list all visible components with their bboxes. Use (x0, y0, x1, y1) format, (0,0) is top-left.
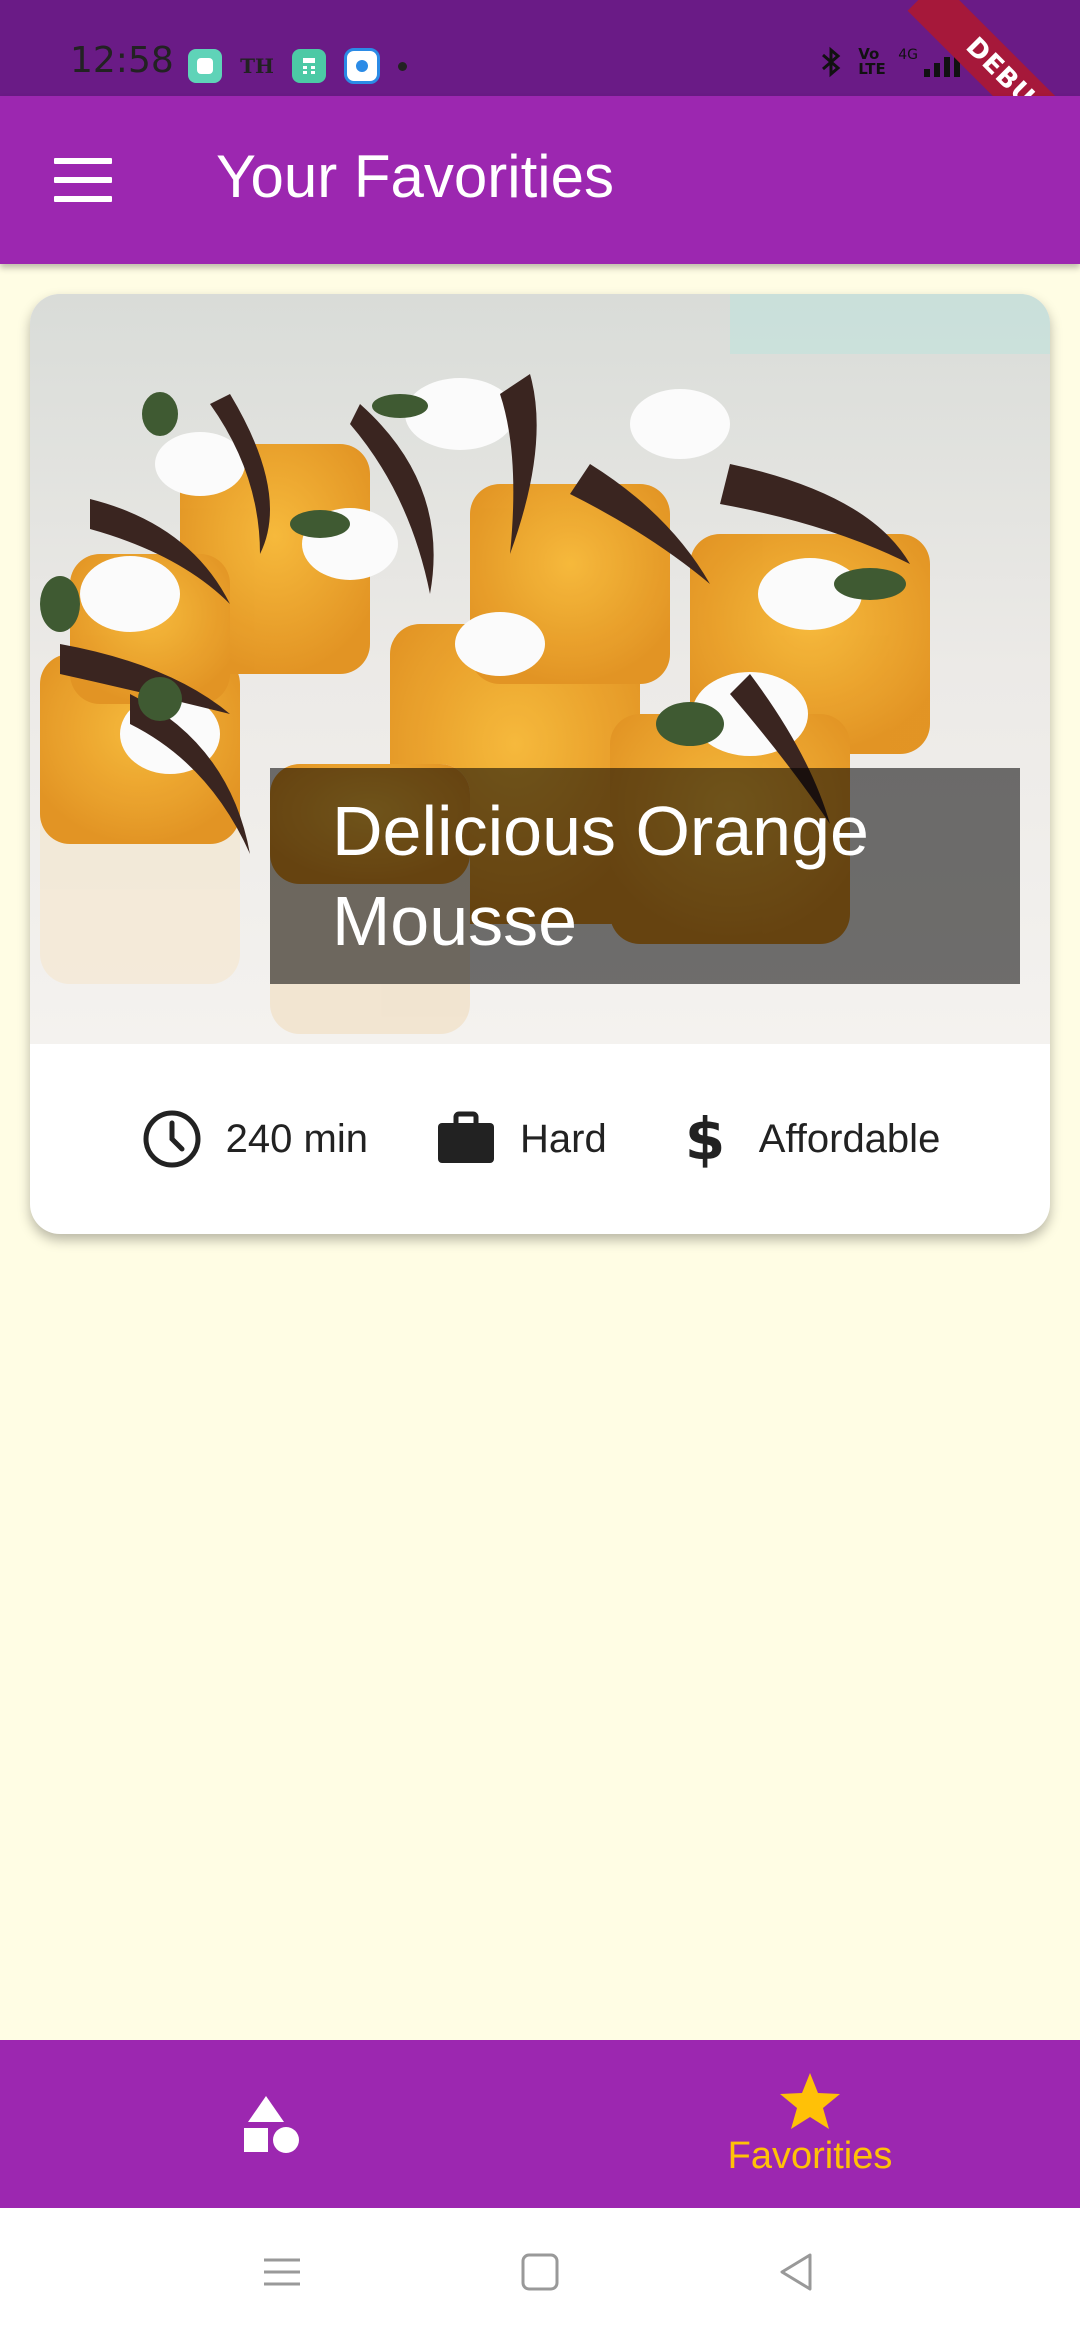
browser-icon (344, 48, 380, 84)
bottom-navigation: Favorities (0, 2040, 1080, 2208)
affordability-info: $ Affordable (673, 1107, 941, 1171)
bluetooth-icon (822, 46, 841, 78)
meal-meta-row: 240 min Hard $ Affordable (30, 1044, 1050, 1234)
duration-label: 240 min (225, 1116, 368, 1161)
back-icon[interactable] (776, 2252, 816, 2292)
category-shapes-icon (244, 2096, 299, 2153)
page-title: Your Favorities (216, 143, 614, 210)
complexity-info: Hard (434, 1107, 607, 1171)
home-icon[interactable] (520, 2252, 560, 2292)
briefcase-icon (437, 1111, 494, 1163)
calculator-icon (292, 49, 326, 83)
volte-icon: Vo LTE (858, 45, 886, 78)
affordability-label: Affordable (758, 1116, 941, 1161)
th-icon: TH (240, 54, 274, 78)
meal-title: Delicious Orange Mousse (270, 768, 1020, 984)
status-time: 12:58 (70, 40, 174, 81)
app-icon (188, 49, 222, 83)
nav-item-favorites[interactable]: Favorities (540, 2040, 1080, 2208)
meal-card[interactable]: Delicious Orange Mousse 240 min Hard $ A… (30, 294, 1050, 1234)
app-bar: Your Favorities (0, 96, 1080, 264)
menu-icon[interactable] (54, 158, 112, 202)
star-icon (780, 2072, 840, 2129)
status-notification-icons: TH (188, 48, 407, 84)
system-navigation-bar (0, 2208, 1080, 2340)
duration-info: 240 min (140, 1107, 368, 1171)
notification-dot (398, 61, 407, 71)
recents-icon[interactable] (262, 2252, 302, 2292)
svg-text:$: $ (685, 1107, 725, 1171)
nav-label-favorites: Favorities (727, 2134, 893, 2177)
complexity-label: Hard (519, 1116, 607, 1161)
nav-item-categories[interactable] (0, 2040, 540, 2208)
clock-icon (143, 1110, 201, 1168)
dollar-icon: $ (685, 1107, 725, 1171)
